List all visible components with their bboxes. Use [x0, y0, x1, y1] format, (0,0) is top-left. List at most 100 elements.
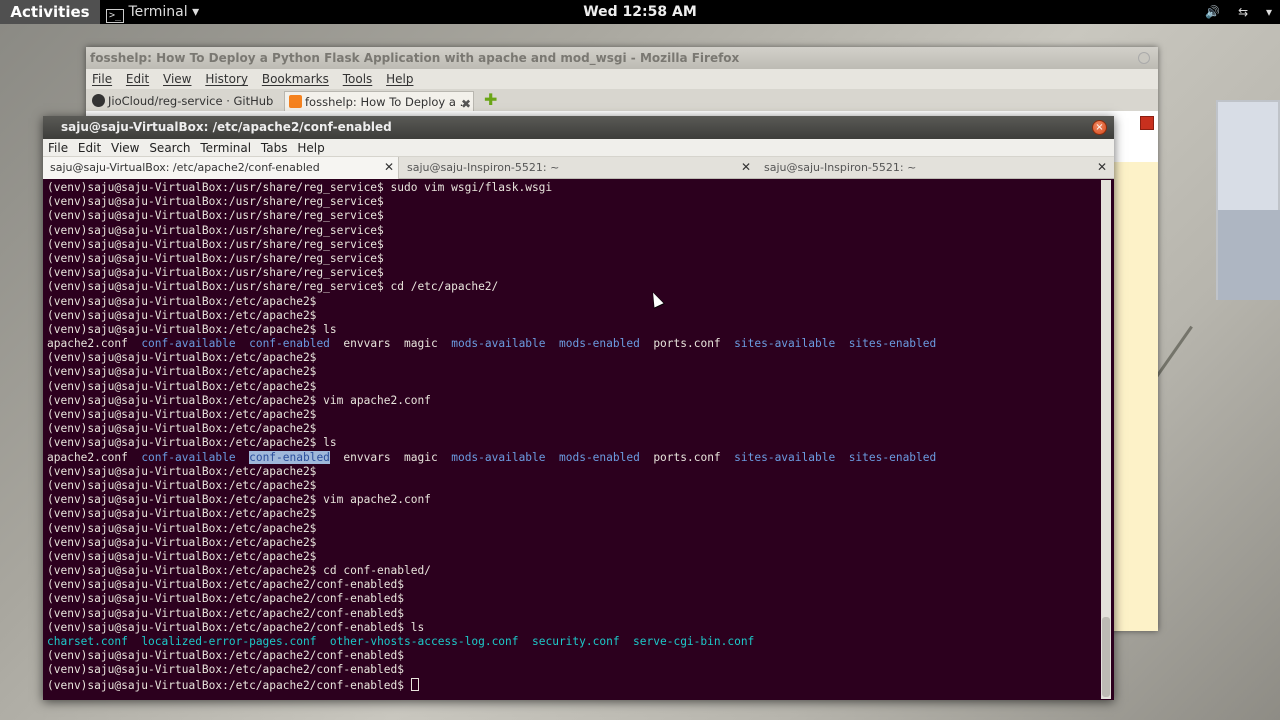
top-panel: Activities >_ Terminal ▾ Wed 12:58 AM 🔊 … — [0, 0, 1280, 24]
terminal-line: (venv)saju@saju-VirtualBox:/etc/apache2$ — [47, 365, 1101, 379]
terminal-line-text: (venv)saju@saju-VirtualBox:/etc/apache2$ — [47, 365, 317, 379]
terminal-line: (venv)saju@saju-VirtualBox:/etc/apache2/… — [47, 663, 1101, 677]
terminal-tab-3[interactable]: saju@saju-Inspiron-5521: ~ ✕ — [757, 157, 1113, 179]
terminal-line: (venv)saju@saju-VirtualBox:/usr/share/re… — [47, 224, 1101, 238]
terminal-menubar: File Edit View Search Terminal Tabs Help — [43, 139, 1114, 157]
ff-menu-help[interactable]: Help — [386, 72, 413, 86]
ls-entry: sites-available — [734, 337, 836, 351]
user-menu-icon[interactable]: ▾ — [1266, 5, 1272, 19]
terminal-line-text: (venv)saju@saju-VirtualBox:/etc/apache2/… — [47, 620, 425, 634]
terminal-line-text: (venv)saju@saju-VirtualBox:/etc/apache2$ — [47, 549, 317, 563]
ls-entry: localized-error-pages.conf — [141, 635, 317, 648]
terminal-line-text: (venv)saju@saju-VirtualBox:/usr/share/re… — [47, 195, 384, 209]
ls-entry: security.conf — [532, 635, 620, 648]
ff-menu-history[interactable]: History — [205, 72, 248, 86]
app-menu[interactable]: >_ Terminal ▾ — [106, 0, 199, 24]
clock[interactable]: Wed 12:58 AM — [583, 4, 697, 20]
close-icon[interactable]: ✖ — [461, 94, 471, 111]
terminal-line: (venv)saju@saju-VirtualBox:/usr/share/re… — [47, 280, 1101, 294]
terminal-line: (venv)saju@saju-VirtualBox:/etc/apache2$ — [47, 522, 1101, 536]
firefox-page-sidebar — [1112, 162, 1158, 631]
ls-entry: mods-available — [451, 450, 546, 464]
firefox-close-icon[interactable] — [1138, 52, 1150, 64]
close-icon[interactable]: × — [1092, 120, 1107, 135]
ls-entry: serve-cgi-bin.conf — [633, 635, 755, 648]
terminal-line-text: (venv)saju@saju-VirtualBox:/etc/apache2$ — [47, 521, 317, 535]
terminal-line: (venv)saju@saju-VirtualBox:/etc/apache2$ — [47, 536, 1101, 550]
terminal-line: (venv)saju@saju-VirtualBox:/etc/apache2/… — [47, 649, 1101, 663]
terminal-line-text: (venv)saju@saju-VirtualBox:/etc/apache2$ — [47, 408, 317, 421]
ls-entry: mods-enabled — [559, 337, 640, 351]
terminal-tab-1[interactable]: saju@saju-VirtualBox: /etc/apache2/conf-… — [43, 157, 399, 179]
terminal-line-text: (venv)saju@saju-VirtualBox:/usr/share/re… — [47, 251, 384, 265]
terminal-scrollbar[interactable] — [1101, 180, 1111, 699]
terminal-tab-label: saju@saju-VirtualBox: /etc/apache2/conf-… — [50, 161, 320, 174]
t-menu-tabs[interactable]: Tabs — [261, 141, 288, 155]
ff-menu-tools[interactable]: Tools — [343, 72, 373, 86]
scrollbar-thumb[interactable] — [1102, 617, 1110, 697]
network-icon[interactable]: ⇆ — [1238, 5, 1248, 19]
terminal-output[interactable]: (venv)saju@saju-VirtualBox:/usr/share/re… — [45, 180, 1101, 699]
terminal-title: saju@saju-VirtualBox: /etc/apache2/conf-… — [43, 116, 1114, 139]
volume-icon[interactable]: 🔊 — [1205, 5, 1220, 19]
t-menu-search[interactable]: Search — [149, 141, 190, 155]
terminal-line: (venv)saju@saju-VirtualBox:/etc/apache2$… — [47, 323, 1101, 337]
t-menu-terminal[interactable]: Terminal — [200, 141, 251, 155]
terminal-line-text: (venv)saju@saju-VirtualBox:/usr/share/re… — [47, 280, 499, 294]
ff-tab-fosshelp[interactable]: fosshelp: How To Deploy a ... ✖ — [284, 91, 474, 111]
ls-entry: mods-available — [451, 337, 546, 351]
terminal-line-text: (venv)saju@saju-VirtualBox:/etc/apache2$ — [47, 308, 317, 322]
close-icon[interactable]: ✕ — [1097, 157, 1107, 178]
terminal-tab-label: saju@saju-Inspiron-5521: ~ — [764, 161, 917, 174]
t-menu-edit[interactable]: Edit — [78, 141, 101, 155]
ff-toolbar-button[interactable] — [1140, 116, 1154, 130]
firefox-menubar: File Edit View History Bookmarks Tools H… — [86, 69, 1158, 89]
terminal-line-text: (venv)saju@saju-VirtualBox:/etc/apache2$ — [47, 478, 317, 492]
terminal-line-text: (venv)saju@saju-VirtualBox:/etc/apache2$… — [47, 564, 431, 578]
terminal-line: (venv)saju@saju-VirtualBox:/etc/apache2/… — [47, 607, 1101, 621]
ls-entry: magic — [404, 450, 438, 464]
terminal-line-text: (venv)saju@saju-VirtualBox:/etc/apache2$ — [47, 379, 317, 393]
terminal-line: (venv)saju@saju-VirtualBox:/etc/apache2$… — [47, 436, 1101, 450]
t-menu-help[interactable]: Help — [297, 141, 324, 155]
terminal-line: apache2.conf conf-available conf-enabled… — [47, 337, 1101, 351]
system-status-area[interactable]: 🔊 ⇆ ▾ — [1191, 0, 1272, 24]
ff-menu-bookmarks[interactable]: Bookmarks — [262, 72, 329, 86]
terminal-line-text: (venv)saju@saju-VirtualBox:/etc/apache2/… — [47, 578, 404, 592]
terminal-line: (venv)saju@saju-VirtualBox:/usr/share/re… — [47, 195, 1101, 209]
terminal-line-text: (venv)saju@saju-VirtualBox:/usr/share/re… — [47, 181, 553, 194]
terminal-line: (venv)saju@saju-VirtualBox:/etc/apache2$ — [47, 550, 1101, 564]
ls-entry: charset.conf — [47, 635, 128, 648]
ls-entry: envvars — [343, 450, 391, 464]
terminal-line: (venv)saju@saju-VirtualBox:/etc/apache2$… — [47, 493, 1101, 507]
terminal-line-text: (venv)saju@saju-VirtualBox:/etc/apache2/… — [47, 663, 404, 677]
ff-tab-github[interactable]: JioCloud/reg-service · GitHub — [88, 91, 280, 111]
terminal-window[interactable]: saju@saju-VirtualBox: /etc/apache2/conf-… — [43, 116, 1114, 700]
terminal-line: (venv)saju@saju-VirtualBox:/usr/share/re… — [47, 181, 1101, 195]
terminal-line: (venv)saju@saju-VirtualBox:/etc/apache2$ — [47, 465, 1101, 479]
ls-entry: sites-available — [734, 450, 836, 464]
terminal-line-text: (venv)saju@saju-VirtualBox:/etc/apache2$ — [47, 422, 317, 436]
t-menu-file[interactable]: File — [48, 141, 68, 155]
terminal-tab-label: saju@saju-Inspiron-5521: ~ — [407, 161, 560, 174]
terminal-line: (venv)saju@saju-VirtualBox:/etc/apache2/… — [47, 677, 1101, 692]
close-icon[interactable]: ✕ — [384, 157, 394, 178]
terminal-line-text: (venv)saju@saju-VirtualBox:/etc/apache2$… — [47, 436, 337, 450]
terminal-tab-2[interactable]: saju@saju-Inspiron-5521: ~ ✕ — [400, 157, 756, 179]
close-icon[interactable]: ✕ — [741, 157, 751, 178]
terminal-line: (venv)saju@saju-VirtualBox:/etc/apache2/… — [47, 578, 1101, 592]
app-menu-label: Terminal — [128, 4, 188, 20]
ls-entry: sites-enabled — [848, 450, 937, 464]
activities-button[interactable]: Activities — [0, 0, 100, 24]
ls-entry: conf-enabled — [249, 337, 330, 351]
ff-menu-view[interactable]: View — [163, 72, 191, 86]
ff-menu-edit[interactable]: Edit — [126, 72, 149, 86]
ff-menu-file[interactable]: File — [92, 72, 112, 86]
t-menu-view[interactable]: View — [111, 141, 139, 155]
terminal-line: (venv)saju@saju-VirtualBox:/usr/share/re… — [47, 209, 1101, 223]
terminal-line-text: (venv)saju@saju-VirtualBox:/etc/apache2$ — [47, 535, 317, 549]
terminal-line: charset.conf localized-error-pages.conf … — [47, 635, 1101, 649]
terminal-line-text: (venv)saju@saju-VirtualBox:/etc/apache2/… — [47, 592, 404, 606]
background-window-panel — [1218, 210, 1280, 300]
new-tab-icon[interactable]: ✚ — [484, 90, 497, 109]
